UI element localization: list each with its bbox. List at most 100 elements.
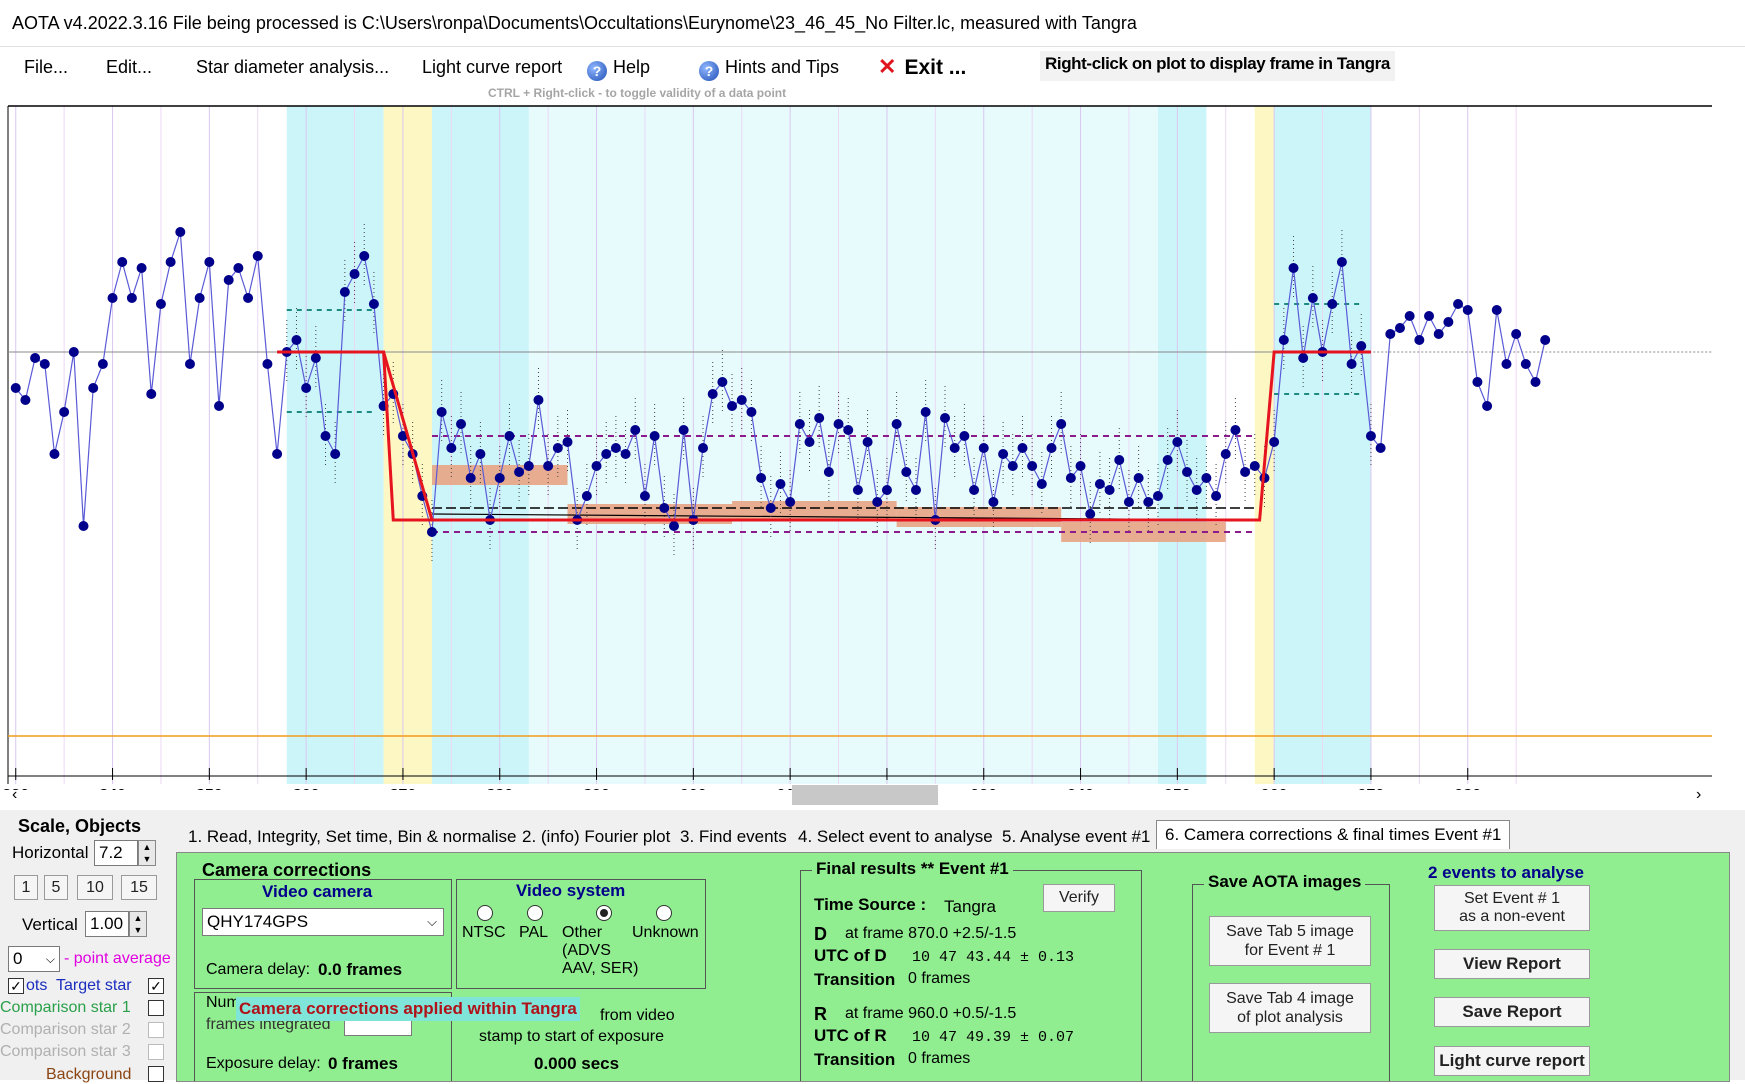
horizontal-scale-field[interactable]: 7.2 xyxy=(94,840,138,866)
vertical-spinner[interactable]: ▲ ▼ xyxy=(129,911,147,937)
data-point xyxy=(988,497,999,507)
data-point xyxy=(552,443,563,453)
data-point xyxy=(969,485,980,495)
menu-exit-label: Exit ... xyxy=(904,56,967,79)
tab-read-integrity[interactable]: 1. Read, Integrity, Set time, Bin & norm… xyxy=(180,823,525,851)
menu-star-diameter[interactable]: Star diameter analysis... xyxy=(196,57,389,78)
data-point xyxy=(1036,479,1047,489)
data-point xyxy=(126,293,137,303)
data-point xyxy=(978,443,989,453)
data-point xyxy=(1540,335,1551,345)
comparison-star-1-label: Comparison star 1 xyxy=(0,999,131,1016)
data-point xyxy=(88,383,99,393)
data-point xyxy=(949,443,960,453)
point-average-value: 0 xyxy=(13,949,23,968)
comparison-star-3-checkbox[interactable] xyxy=(148,1044,164,1060)
menu-file[interactable]: File... xyxy=(24,57,68,78)
data-point xyxy=(1482,401,1493,411)
pal-label: PAL xyxy=(519,924,549,941)
data-point xyxy=(543,461,554,471)
scale-button-10[interactable]: 10 xyxy=(77,875,113,900)
camera-model-select[interactable]: QHY174GPS ⌵ xyxy=(202,908,444,936)
data-point xyxy=(814,413,825,423)
scroll-right-icon[interactable]: › xyxy=(1696,786,1701,804)
target-star-checkbox[interactable]: ✓ xyxy=(148,978,164,994)
set-non-event-button[interactable]: Set Event # 1 as a non-event xyxy=(1434,885,1590,931)
pal-radio[interactable] xyxy=(527,905,543,921)
data-point xyxy=(194,293,205,303)
data-point xyxy=(698,443,709,453)
save-report-button[interactable]: Save Report xyxy=(1434,997,1590,1027)
scroll-thumb[interactable] xyxy=(792,785,938,805)
menu-hints[interactable]: ? Hints and Tips xyxy=(699,57,839,81)
camera-delay-label: Camera delay: xyxy=(206,961,311,978)
data-point xyxy=(639,491,650,501)
data-point xyxy=(765,503,776,513)
data-point xyxy=(59,407,70,417)
data-point xyxy=(1104,485,1115,495)
verify-button[interactable]: Verify xyxy=(1043,884,1115,912)
tab-analyse-event[interactable]: 5. Analyse event #1 xyxy=(994,823,1158,851)
vertical-scale-field[interactable]: 1.00 xyxy=(85,911,129,937)
data-point xyxy=(533,395,544,405)
data-point xyxy=(165,257,176,267)
data-point xyxy=(475,449,486,459)
light-curve-plot[interactable]: 3308408508608708808909009109209309409509… xyxy=(0,100,1745,790)
data-point xyxy=(20,395,31,405)
scroll-left-icon[interactable]: ‹ xyxy=(12,786,17,804)
comparison-star-2-checkbox[interactable] xyxy=(148,1022,164,1038)
scale-button-1[interactable]: 1 xyxy=(14,875,38,900)
menu-exit[interactable]: ✕ Exit ... xyxy=(878,54,966,80)
data-point xyxy=(940,413,951,423)
menu-hints-label: Hints and Tips xyxy=(725,57,840,77)
time-source-label: Time Source : xyxy=(814,895,927,914)
data-point xyxy=(1027,461,1038,471)
horizontal-label: Horizontal xyxy=(12,843,89,862)
data-point xyxy=(1249,461,1260,471)
horizontal-spinner[interactable]: ▲ ▼ xyxy=(138,840,156,866)
utc-d-value: 10 47 43.44 ± 0.13 xyxy=(912,949,1075,966)
scale-button-5[interactable]: 5 xyxy=(44,875,68,900)
data-point xyxy=(794,419,805,429)
view-report-button[interactable]: View Report xyxy=(1434,949,1590,979)
save-tab5-button[interactable]: Save Tab 5 image for Event # 1 xyxy=(1209,916,1371,966)
transition-d-value: 0 frames xyxy=(908,970,971,987)
data-point xyxy=(1346,359,1357,369)
d-label: D xyxy=(814,924,827,944)
exposure-secs-value: 0.000 secs xyxy=(534,1054,620,1073)
data-point xyxy=(214,401,225,411)
tab-find-events[interactable]: 3. Find events xyxy=(672,823,795,851)
data-point xyxy=(872,497,883,507)
menu-edit[interactable]: Edit... xyxy=(106,57,152,78)
tab-select-event[interactable]: 4. Select event to analyse xyxy=(790,823,1001,851)
scale-button-15[interactable]: 15 xyxy=(121,875,157,900)
data-point xyxy=(1511,329,1522,339)
tab-fourier[interactable]: 2. (info) Fourier plot xyxy=(514,823,678,851)
data-point xyxy=(1520,359,1531,369)
data-point xyxy=(1152,491,1163,501)
tab-camera-corrections[interactable]: 6. Camera corrections & final times Even… xyxy=(1156,820,1511,849)
data-point xyxy=(368,299,379,309)
data-point xyxy=(523,461,534,471)
light-curve-report-button[interactable]: Light curve report xyxy=(1434,1046,1590,1076)
data-point xyxy=(1017,443,1028,453)
r-frame-value: at frame 960.0 +0.5/-1.5 xyxy=(845,1005,1017,1022)
comparison-star-1-checkbox[interactable] xyxy=(148,1000,164,1016)
data-point xyxy=(649,431,660,441)
events-to-analyse-label: 2 events to analyse xyxy=(1428,863,1584,882)
menu-help[interactable]: ? Help xyxy=(587,57,650,81)
data-point xyxy=(804,437,815,447)
data-point xyxy=(49,449,60,459)
point-average-select[interactable]: 0 ⌵ xyxy=(8,946,60,972)
menu-light-curve-report[interactable]: Light curve report xyxy=(422,57,562,78)
ntsc-radio[interactable] xyxy=(477,905,493,921)
other-radio[interactable] xyxy=(596,905,612,921)
plot-scrollbar[interactable]: ‹ › xyxy=(0,783,1730,807)
data-point xyxy=(514,467,525,477)
menu-help-label: Help xyxy=(613,57,651,77)
data-point xyxy=(204,257,215,267)
data-point xyxy=(426,527,437,537)
dots-checkbox[interactable]: ✓ xyxy=(8,978,24,994)
unknown-radio[interactable] xyxy=(656,905,672,921)
save-tab4-button[interactable]: Save Tab 4 image of plot analysis xyxy=(1209,983,1371,1033)
